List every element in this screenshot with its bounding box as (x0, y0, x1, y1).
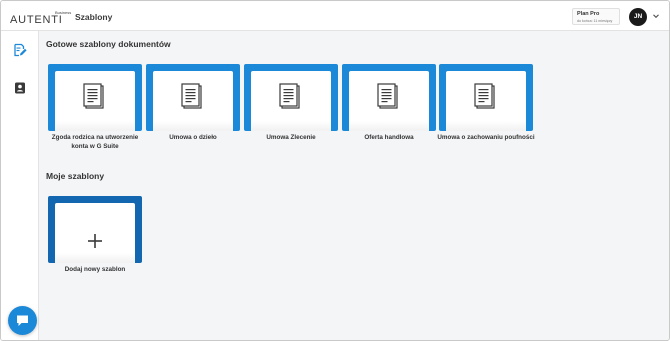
card-preview (55, 71, 135, 131)
document-icon (474, 83, 495, 109)
document-icon (83, 83, 104, 109)
contacts-icon[interactable] (13, 81, 27, 95)
autenti-logo[interactable]: Business AUTENTI (10, 7, 71, 26)
card-frame (48, 64, 142, 131)
card-frame (244, 64, 338, 131)
chat-button[interactable] (8, 306, 37, 335)
card-preview (349, 71, 429, 131)
card-frame (48, 196, 142, 263)
add-template-label: Dodaj nowy szablon (64, 266, 126, 273)
document-icon (279, 83, 300, 109)
app-window: Business AUTENTI Szablony Plan Pro do ko… (0, 0, 670, 341)
template-card-label: Oferta handlowa (364, 134, 414, 141)
page-title: Szablony (75, 12, 113, 22)
plan-name: Plan Pro (577, 11, 600, 17)
card-preview (446, 71, 526, 131)
template-card-label: Umowa o zachowaniu poufności (437, 134, 535, 141)
document-icon (377, 83, 398, 109)
plan-expiry: do końca: 11 miesięcy (577, 19, 613, 23)
card-preview (55, 203, 135, 263)
card-frame (342, 64, 436, 131)
card-preview (153, 71, 233, 131)
card-preview (251, 71, 331, 131)
avatar[interactable]: JN (629, 8, 647, 26)
template-card-label: Zgoda rodzica na utworzenie konta w G Su… (51, 134, 139, 150)
template-card-label: Umowa o dzieło (169, 134, 217, 141)
my-templates-title: Moje szablony (46, 171, 105, 181)
chevron-down-icon[interactable] (652, 12, 660, 20)
top-bar: Business AUTENTI Szablony Plan Pro do ko… (1, 1, 669, 31)
card-frame (439, 64, 533, 131)
sidebar (1, 31, 39, 340)
plus-icon (88, 234, 102, 248)
template-card-label: Umowa Zlecenie (266, 134, 316, 141)
ready-templates-title: Gotowe szablony dokumentów (46, 39, 171, 49)
document-icon (181, 83, 202, 109)
card-frame (146, 64, 240, 131)
logo-wordmark: AUTENTI (10, 14, 63, 26)
chat-bubble-icon (17, 315, 28, 326)
plan-badge[interactable]: Plan Pro do końca: 11 miesięcy (572, 8, 620, 25)
document-edit-icon[interactable] (13, 43, 27, 57)
